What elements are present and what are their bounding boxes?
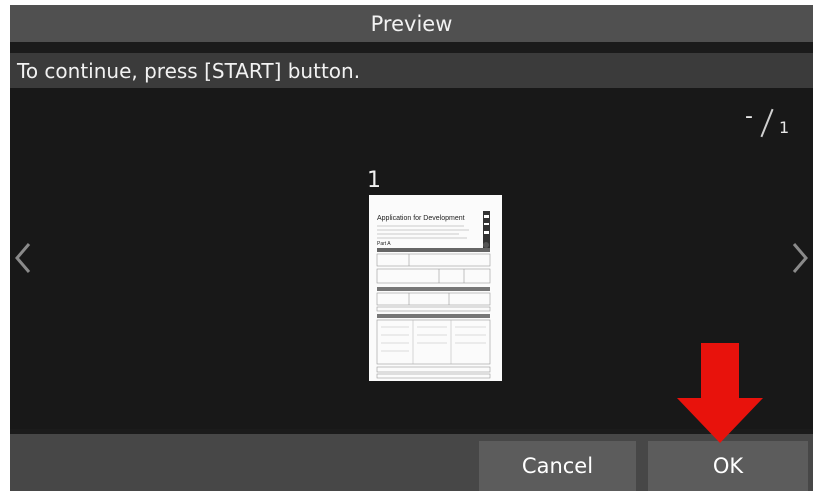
current-page: - bbox=[745, 104, 753, 129]
cancel-button[interactable]: Cancel bbox=[479, 441, 636, 491]
window-title: Preview bbox=[370, 11, 453, 36]
title-bar: Preview bbox=[10, 5, 813, 42]
thumbnail-page-number: 1 bbox=[367, 168, 381, 193]
page-separator bbox=[760, 108, 774, 138]
thumbnail-document-title: Application for Development bbox=[377, 215, 465, 222]
document-thumbnail-image: Application for Development Part A bbox=[369, 195, 502, 381]
thumbnail-section-label: Part A bbox=[377, 241, 391, 247]
total-pages: 1 bbox=[779, 118, 790, 137]
ok-button[interactable]: OK bbox=[648, 441, 808, 491]
instruction-message: To continue, press [START] button. bbox=[17, 58, 361, 83]
page-counter: - 1 bbox=[739, 102, 799, 142]
previous-page-button[interactable] bbox=[10, 238, 40, 278]
next-page-button[interactable] bbox=[783, 238, 813, 278]
chevron-right-icon bbox=[792, 243, 808, 273]
message-bar: To continue, press [START] button. bbox=[10, 53, 813, 88]
chevron-left-icon bbox=[15, 243, 31, 273]
down-arrow-indicator-icon bbox=[677, 343, 763, 443]
page-thumbnail[interactable]: Application for Development Part A bbox=[369, 195, 502, 381]
